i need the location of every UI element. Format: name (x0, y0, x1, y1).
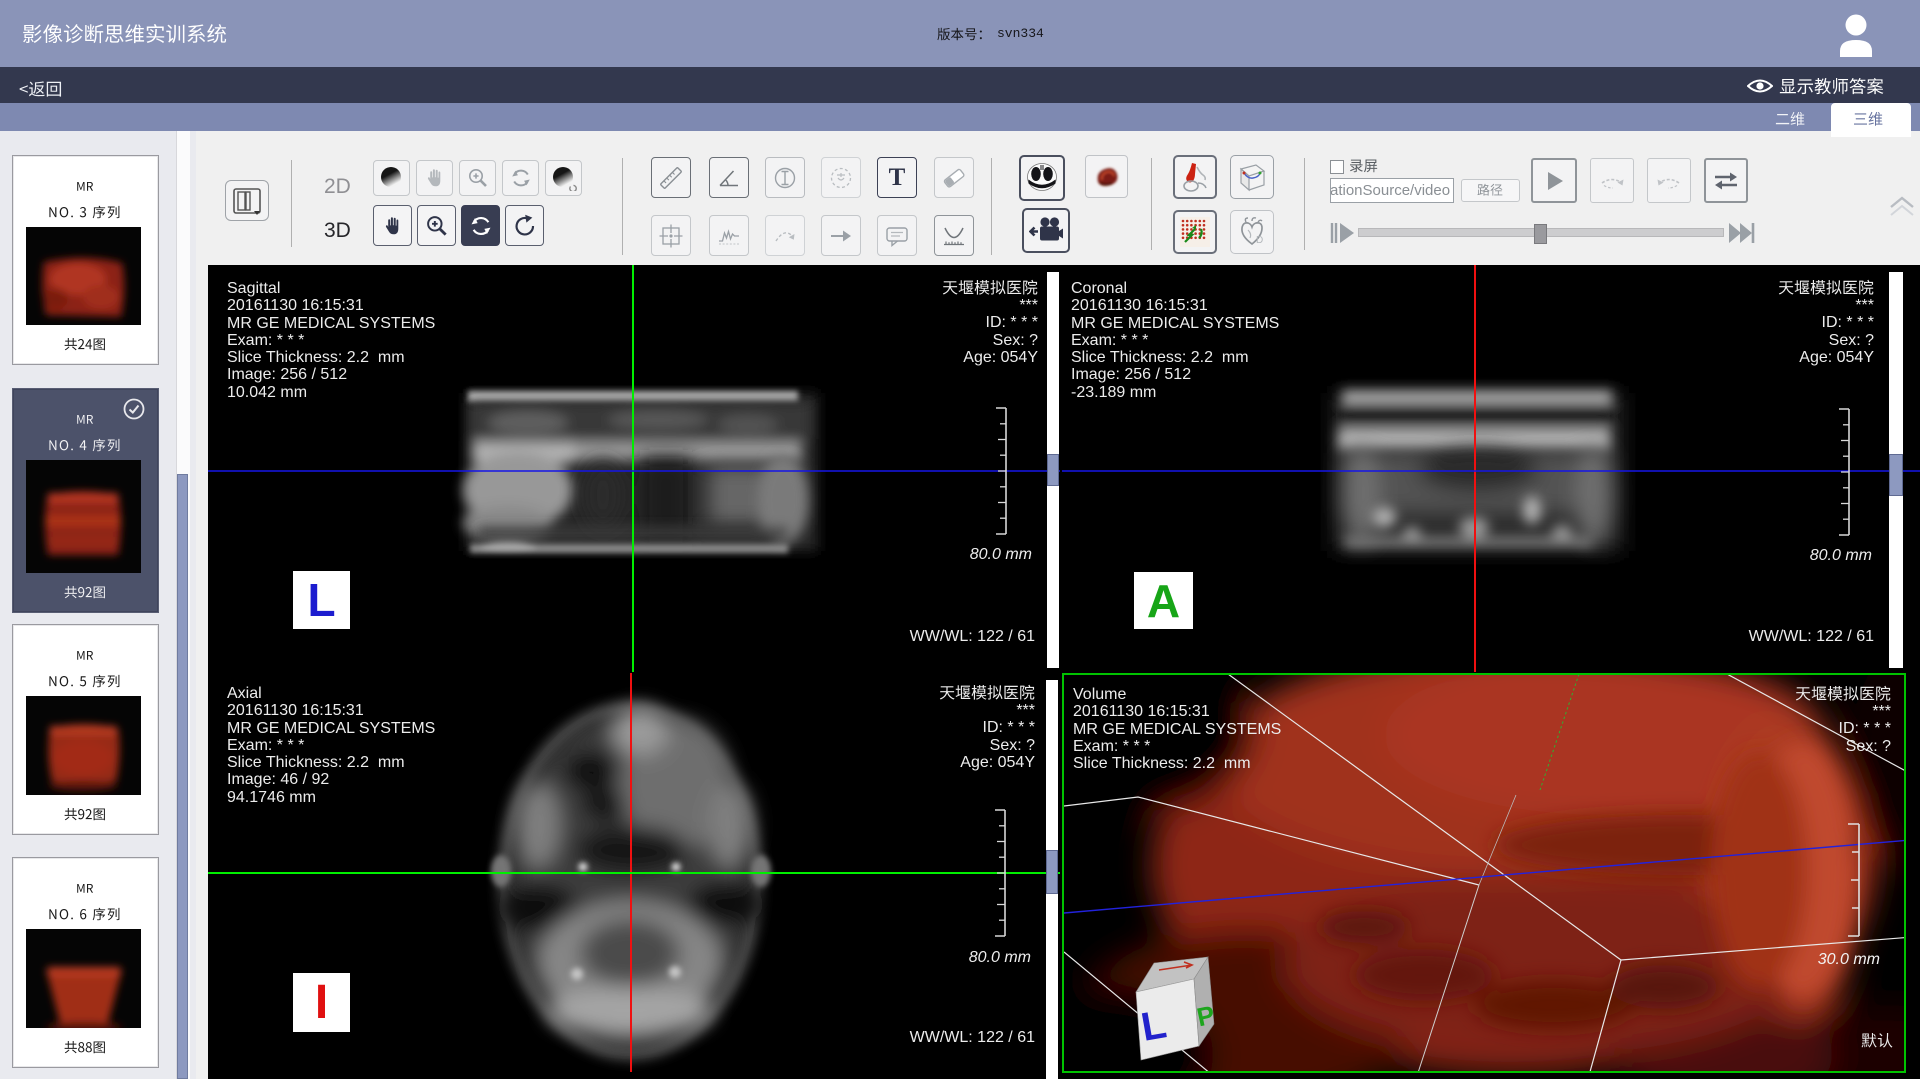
svg-text:D: D (1256, 235, 1263, 246)
